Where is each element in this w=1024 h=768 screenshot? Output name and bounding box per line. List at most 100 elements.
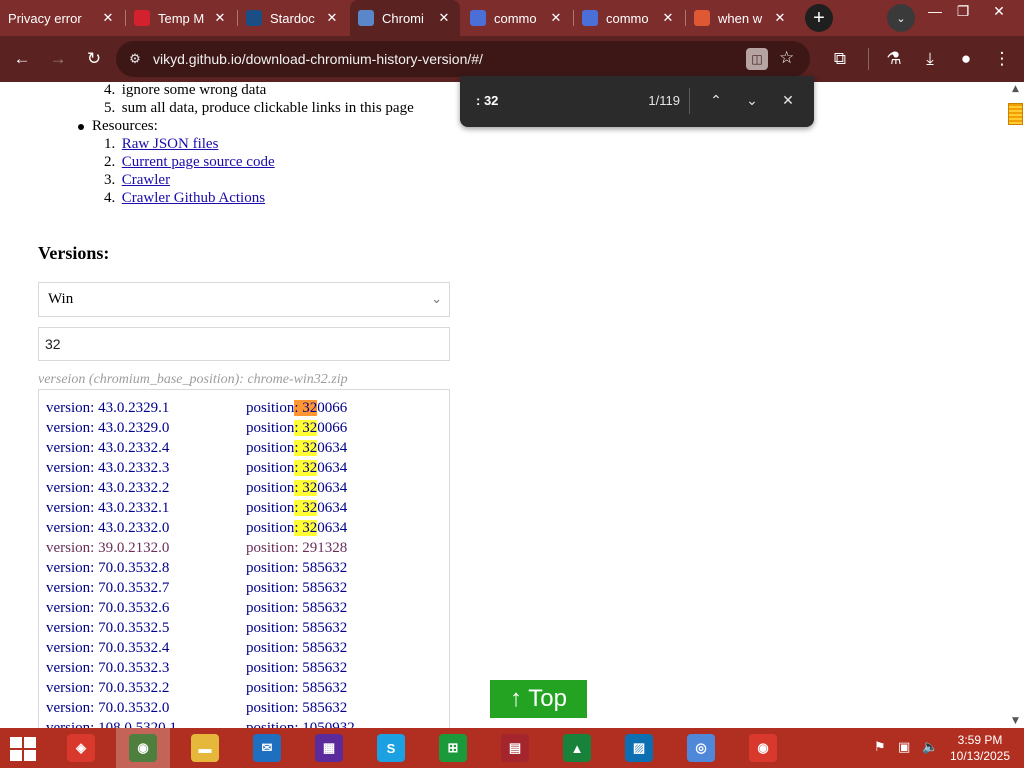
position-value[interactable]: position: 585632 bbox=[246, 678, 347, 698]
version-link[interactable]: version: 43.0.2332.4 bbox=[46, 438, 169, 458]
position-value[interactable]: position: 1050932 bbox=[246, 718, 355, 728]
find-in-page-icon[interactable]: ◫ bbox=[746, 48, 768, 70]
position-value[interactable]: position: 585632 bbox=[246, 558, 347, 578]
tab-close-icon[interactable]: ✕ bbox=[772, 10, 788, 26]
file-explorer-icon: ▬ bbox=[191, 734, 219, 762]
version-link[interactable]: version: 70.0.3532.7 bbox=[46, 578, 169, 598]
crawler-link[interactable]: Crawler bbox=[122, 172, 170, 188]
taskbar-app[interactable]: ▲ bbox=[550, 728, 604, 768]
reload-button[interactable]: ↻ bbox=[78, 43, 110, 75]
position-value[interactable]: position: 585632 bbox=[246, 578, 347, 598]
version-link[interactable]: version: 43.0.2329.1 bbox=[46, 398, 169, 418]
version-link[interactable]: version: 39.0.2132.0 bbox=[46, 538, 169, 558]
tab-close-icon[interactable]: ✕ bbox=[212, 10, 228, 26]
version-link[interactable]: version: 70.0.3532.8 bbox=[46, 558, 169, 578]
position-value[interactable]: position: 320634 bbox=[246, 498, 347, 518]
version-link[interactable]: version: 43.0.2332.0 bbox=[46, 518, 169, 538]
version-link[interactable]: version: 43.0.2329.0 bbox=[46, 418, 169, 438]
page-scrollbar[interactable]: ▲ ▼ bbox=[1007, 82, 1024, 728]
position-value[interactable]: position: 320066 bbox=[246, 418, 347, 438]
taskbar-app[interactable]: ▦ bbox=[302, 728, 356, 768]
back-button[interactable]: ← bbox=[6, 43, 38, 75]
scroll-down-arrow-icon[interactable]: ▼ bbox=[1007, 716, 1024, 726]
position-value[interactable]: position: 291328 bbox=[246, 538, 347, 558]
position-value[interactable]: position: 585632 bbox=[246, 598, 347, 618]
new-tab-button[interactable]: + bbox=[805, 4, 833, 32]
volume-muted-icon[interactable]: 🔈 bbox=[922, 740, 938, 755]
crawler-actions-link[interactable]: Crawler Github Actions bbox=[122, 190, 265, 206]
extensions-button[interactable]: ⧉ bbox=[824, 43, 856, 75]
version-link[interactable]: version: 43.0.2332.2 bbox=[46, 478, 169, 498]
find-next-button[interactable]: ⌄ bbox=[739, 88, 765, 114]
find-close-button[interactable]: ✕ bbox=[775, 88, 801, 114]
address-bar[interactable]: ⚙ vikyd.github.io/download-chromium-hist… bbox=[116, 41, 810, 77]
system-clock[interactable]: 3:59 PM 10/13/2025 bbox=[944, 732, 1016, 764]
version-link[interactable]: version: 70.0.3532.3 bbox=[46, 658, 169, 678]
version-link[interactable]: version: 70.0.3532.2 bbox=[46, 678, 169, 698]
action-center-flag-icon[interactable]: ⚑ bbox=[874, 740, 886, 755]
tab-close-icon[interactable]: ✕ bbox=[436, 10, 452, 26]
tab-close-icon[interactable]: ✕ bbox=[548, 10, 564, 26]
position-value[interactable]: position: 320634 bbox=[246, 438, 347, 458]
restore-icon[interactable]: ❐ bbox=[946, 0, 980, 22]
taskbar-app[interactable]: ◉ bbox=[736, 728, 790, 768]
taskbar-app[interactable]: ▤ bbox=[488, 728, 542, 768]
version-link[interactable]: version: 43.0.2332.1 bbox=[46, 498, 169, 518]
taskbar-app[interactable]: ◎ bbox=[674, 728, 728, 768]
version-link[interactable]: version: 70.0.3532.5 bbox=[46, 618, 169, 638]
source-code-link[interactable]: Current page source code bbox=[122, 154, 275, 170]
position-value[interactable]: position: 320634 bbox=[246, 518, 347, 538]
profile-button[interactable]: ● bbox=[950, 43, 982, 75]
start-button[interactable] bbox=[10, 737, 38, 761]
labs-button[interactable]: ⚗ bbox=[878, 43, 910, 75]
browser-tab[interactable]: Stardoc ✕ bbox=[238, 0, 348, 36]
taskbar-app[interactable]: ◉ bbox=[116, 728, 170, 768]
browser-tab[interactable]: when w ✕ bbox=[686, 0, 796, 36]
url-text[interactable]: vikyd.github.io/download-chromium-histor… bbox=[153, 51, 483, 67]
position-value[interactable]: position: 585632 bbox=[246, 658, 347, 678]
version-link[interactable]: version: 70.0.3532.0 bbox=[46, 698, 169, 718]
chevron-down-icon: ⌄ bbox=[431, 292, 442, 307]
position-value[interactable]: position: 320634 bbox=[246, 458, 347, 478]
version-link[interactable]: version: 108.0.5320.1 bbox=[46, 718, 177, 728]
scrollbar-thumb[interactable] bbox=[1008, 103, 1023, 125]
taskbar-app[interactable]: ▨ bbox=[612, 728, 666, 768]
downloads-button[interactable]: ⤓ bbox=[914, 43, 946, 75]
scroll-up-arrow-icon[interactable]: ▲ bbox=[1007, 84, 1024, 94]
browser-tab[interactable]: commo ✕ bbox=[574, 0, 684, 36]
tab-search-button[interactable]: ⌄ bbox=[887, 4, 915, 32]
position-value[interactable]: position: 585632 bbox=[246, 638, 347, 658]
browser-tab[interactable]: commo ✕ bbox=[462, 0, 572, 36]
close-window-icon[interactable]: ✕ bbox=[982, 0, 1016, 22]
position-value[interactable]: position: 585632 bbox=[246, 698, 347, 718]
find-previous-button[interactable]: ⌃ bbox=[703, 88, 729, 114]
browser-tab[interactable]: Chromi ✕ bbox=[350, 0, 460, 36]
browser-tab[interactable]: Privacy error ✕ bbox=[0, 0, 124, 36]
version-link[interactable]: version: 70.0.3532.4 bbox=[46, 638, 169, 658]
version-link[interactable]: version: 43.0.2332.3 bbox=[46, 458, 169, 478]
version-link[interactable]: version: 70.0.3532.6 bbox=[46, 598, 169, 618]
version-filter-input[interactable]: 32 bbox=[38, 327, 450, 361]
bookmark-star-icon[interactable]: ☆ bbox=[779, 48, 794, 68]
versions-list[interactable]: version: 43.0.2329.1 position: 320066 vers… bbox=[38, 389, 450, 728]
back-to-top-button[interactable]: ↑ Top bbox=[490, 680, 587, 718]
os-select[interactable]: Win ⌄ bbox=[38, 282, 450, 317]
network-icon[interactable]: ▣ bbox=[898, 740, 910, 755]
tab-close-icon[interactable]: ✕ bbox=[100, 10, 116, 26]
menu-button[interactable]: ⋮ bbox=[986, 43, 1018, 75]
tab-close-icon[interactable]: ✕ bbox=[324, 10, 340, 26]
tab-close-icon[interactable]: ✕ bbox=[660, 10, 676, 26]
taskbar-app[interactable]: ⊞ bbox=[426, 728, 480, 768]
position-value[interactable]: position: 585632 bbox=[246, 618, 347, 638]
taskbar-app[interactable]: ✉ bbox=[240, 728, 294, 768]
taskbar-app[interactable]: S bbox=[364, 728, 418, 768]
raw-json-link[interactable]: Raw JSON files bbox=[122, 136, 219, 152]
site-info-icon[interactable]: ⚙ bbox=[126, 50, 144, 68]
browser-tab[interactable]: Temp M ✕ bbox=[126, 0, 236, 36]
position-value[interactable]: position: 320634 bbox=[246, 478, 347, 498]
forward-button[interactable]: → bbox=[42, 43, 74, 75]
taskbar-app[interactable]: ◈ bbox=[54, 728, 108, 768]
find-query-input[interactable]: : 32 bbox=[476, 93, 498, 108]
position-value[interactable]: position: 320066 bbox=[246, 398, 347, 418]
taskbar-app[interactable]: ▬ bbox=[178, 728, 232, 768]
